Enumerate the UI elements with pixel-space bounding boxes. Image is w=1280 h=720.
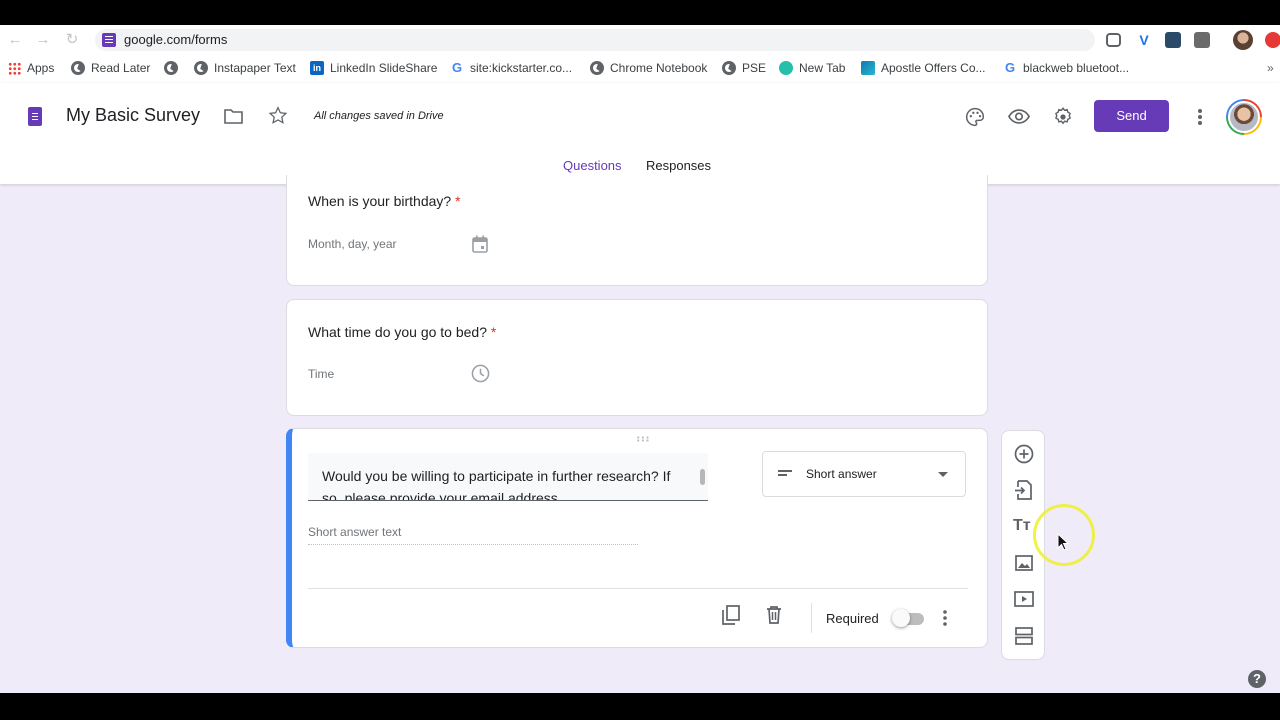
- google-forms-logo-icon[interactable]: [28, 107, 42, 126]
- time-answer-placeholder: Time: [308, 367, 335, 381]
- bookmarks-bar: Apps Read Later Instapaper Text in Linked…: [0, 55, 1280, 83]
- calendar-icon: [472, 235, 488, 253]
- import-questions-icon[interactable]: [1013, 479, 1035, 501]
- footer-vertical-divider: [811, 603, 812, 633]
- browser-window: ← → ↻ google.com/forms V Apps Read Later…: [0, 25, 1280, 693]
- help-button[interactable]: ?: [1248, 670, 1266, 688]
- bookmark-pse[interactable]: PSE: [722, 61, 766, 75]
- question-text-field[interactable]: Would you be willing to participate in f…: [308, 453, 708, 501]
- question-type-label: Short answer: [806, 467, 877, 481]
- drag-handle-icon[interactable]: [636, 436, 650, 442]
- add-section-icon[interactable]: [1013, 625, 1035, 647]
- bookmark-new-tab[interactable]: New Tab: [779, 61, 845, 75]
- required-label: Required: [826, 611, 879, 626]
- date-answer-placeholder: Month, day, year: [308, 237, 397, 251]
- url-text: google.com/forms: [124, 32, 228, 47]
- short-answer-icon: [778, 470, 792, 476]
- duplicate-icon[interactable]: [722, 605, 740, 625]
- clock-icon: [471, 364, 490, 383]
- send-button[interactable]: Send: [1094, 100, 1169, 132]
- star-icon[interactable]: [268, 106, 288, 125]
- folder-icon[interactable]: [224, 108, 243, 124]
- bookmark-instapaper[interactable]: Instapaper Text: [194, 61, 296, 75]
- required-asterisk: *: [455, 193, 461, 209]
- avatar-photo: [1228, 101, 1260, 133]
- globe-icon: [71, 61, 85, 75]
- palette-icon[interactable]: [965, 107, 985, 127]
- forward-button[interactable]: →: [34, 31, 52, 49]
- upload-extension-icon[interactable]: [1265, 32, 1280, 48]
- reload-button[interactable]: ↻: [63, 31, 81, 49]
- footer-divider: [308, 588, 968, 589]
- required-toggle[interactable]: [892, 609, 926, 627]
- pocket-extension-icon[interactable]: [1106, 33, 1121, 47]
- bookmark-apps[interactable]: Apps: [8, 61, 54, 75]
- newtab-icon: [779, 61, 793, 75]
- bookmark-kickstarter[interactable]: Gsite:kickstarter.co...: [450, 60, 572, 76]
- settings-gear-icon[interactable]: [1053, 107, 1073, 127]
- delete-trash-icon[interactable]: [766, 606, 782, 624]
- more-vert-icon[interactable]: [1195, 107, 1205, 127]
- toggle-knob: [892, 609, 910, 627]
- profile-avatar-icon[interactable]: [1233, 30, 1253, 50]
- question-title: What time do you go to bed? *: [308, 324, 497, 340]
- question-card-bedtime[interactable]: What time do you go to bed? * Time: [286, 299, 988, 416]
- preview-eye-icon[interactable]: [1008, 109, 1030, 124]
- bulb-extension-icon[interactable]: [1194, 32, 1210, 48]
- account-avatar[interactable]: [1226, 99, 1262, 135]
- more-options-icon[interactable]: [942, 609, 948, 627]
- bookmark-blackweb[interactable]: Gblackweb bluetoot...: [1003, 60, 1129, 76]
- add-question-icon[interactable]: [1013, 443, 1035, 465]
- linkedin-icon: in: [310, 61, 324, 75]
- v-extension-icon[interactable]: V: [1136, 32, 1152, 48]
- bookmark-chrome-notebook[interactable]: Chrome Notebook: [590, 61, 707, 75]
- google-icon: G: [1004, 60, 1016, 75]
- question-type-dropdown[interactable]: Short answer: [762, 451, 966, 497]
- bookmark-globe[interactable]: [164, 61, 178, 75]
- add-image-icon[interactable]: [1013, 552, 1035, 574]
- apostle-icon: [861, 61, 875, 75]
- save-status: All changes saved in Drive: [314, 110, 444, 122]
- compass-extension-icon[interactable]: [1165, 32, 1181, 48]
- bookmarks-overflow-button[interactable]: »: [1267, 61, 1274, 75]
- forms-favicon-icon: [102, 33, 116, 47]
- short-answer-placeholder: Short answer text: [308, 525, 638, 545]
- globe-icon: [722, 61, 736, 75]
- add-video-icon[interactable]: [1013, 588, 1035, 610]
- add-title-description-icon[interactable]: Tт: [1013, 515, 1035, 537]
- question-card-birthday[interactable]: When is your birthday? * Month, day, yea…: [286, 175, 988, 286]
- apps-grid-icon: [8, 61, 21, 75]
- bookmark-linkedin[interactable]: in LinkedIn SlideShare: [310, 61, 437, 75]
- globe-icon: [164, 61, 178, 75]
- question-title: When is your birthday? *: [308, 193, 461, 209]
- tab-questions[interactable]: Questions: [563, 158, 622, 173]
- globe-icon: [194, 61, 208, 75]
- google-icon: G: [451, 60, 463, 75]
- question-text-scrollbar[interactable]: [700, 469, 705, 485]
- mouse-cursor-icon: [1057, 533, 1069, 551]
- url-bar[interactable]: google.com/forms: [95, 29, 1095, 51]
- bookmark-read-later[interactable]: Read Later: [71, 61, 150, 75]
- required-asterisk: *: [490, 324, 497, 340]
- question-card-active[interactable]: Would you be willing to participate in f…: [286, 428, 988, 648]
- address-bar-row: ← → ↻ google.com/forms V: [0, 25, 1280, 55]
- globe-icon: [590, 61, 604, 75]
- tab-responses[interactable]: Responses: [646, 158, 711, 173]
- bookmark-apostle[interactable]: Apostle Offers Co...: [861, 61, 986, 75]
- form-title[interactable]: My Basic Survey: [66, 105, 200, 126]
- question-text: Would you be willing to participate in f…: [322, 468, 671, 501]
- forms-header: My Basic Survey All changes saved in Dri…: [0, 83, 1280, 184]
- dropdown-arrow-icon: [938, 472, 948, 477]
- back-button[interactable]: ←: [6, 31, 24, 49]
